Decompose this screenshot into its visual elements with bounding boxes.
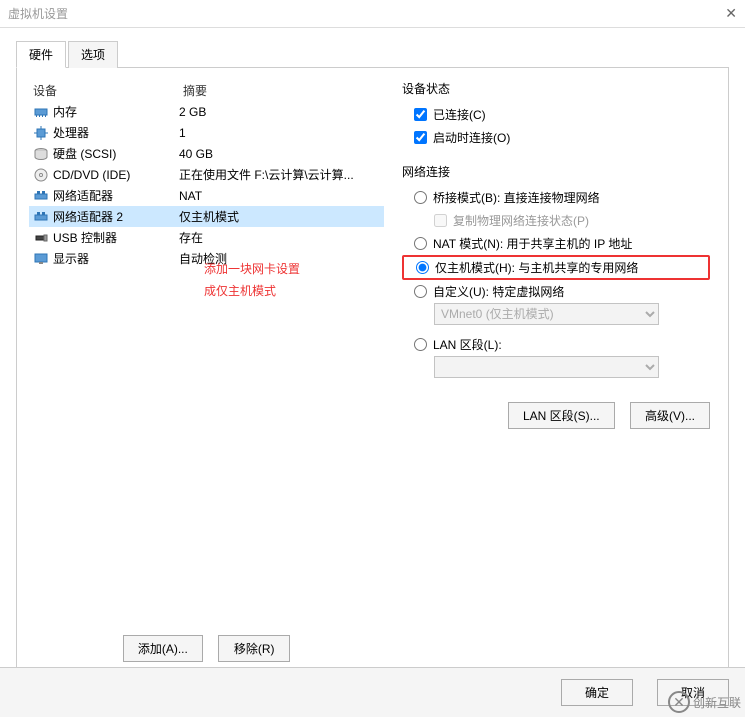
right-buttons: LAN 区段(S)... 高级(V)... — [402, 392, 710, 439]
device-name: 网络适配器 2 — [53, 208, 123, 225]
device-summary: 存在 — [179, 229, 380, 246]
custom-network-select: VMnet0 (仅主机模式) — [434, 303, 659, 325]
lan-segment-select — [434, 356, 659, 378]
device-name: 内存 — [53, 103, 77, 120]
device-name: 网络适配器 — [53, 187, 113, 204]
device-summary: 2 GB — [179, 105, 380, 119]
cd-icon — [33, 167, 49, 183]
content-area: 设备 摘要 内存 2 GB 处理器 1 硬盘 (SCSI) 40 GB CD/DVD (ID… — [16, 68, 729, 683]
replicate-checkbox-row: 复制物理网络连接状态(P) — [402, 209, 710, 232]
lan-segments-button[interactable]: LAN 区段(S)... — [508, 402, 615, 429]
memory-icon — [33, 104, 49, 120]
annotation-text: 添加一块网卡设置 成仅主机模式 — [204, 258, 300, 302]
device-pane: 设备 摘要 内存 2 GB 处理器 1 硬盘 (SCSI) 40 GB CD/DVD (ID… — [29, 80, 384, 670]
hostonly-label: 仅主机模式(H): 与主机共享的专用网络 — [435, 259, 638, 276]
device-buttons: 添加(A)... 移除(R) — [29, 627, 384, 670]
connected-label: 已连接(C) — [433, 106, 486, 123]
connect-power-label: 启动时连接(O) — [433, 129, 510, 146]
bridged-radio[interactable] — [414, 191, 427, 204]
settings-pane: 设备状态 已连接(C) 启动时连接(O) 网络连接 桥接模式(B): 直接连接物… — [396, 80, 716, 670]
lan-segment-label: LAN 区段(L): — [433, 336, 502, 353]
hostonly-highlight: 仅主机模式(H): 与主机共享的专用网络 — [402, 255, 710, 280]
header-summary: 摘要 — [183, 82, 380, 99]
usb-icon — [33, 230, 49, 246]
net-icon — [33, 188, 49, 204]
remove-button[interactable]: 移除(R) — [218, 635, 290, 662]
lan-segment-radio[interactable] — [414, 338, 427, 351]
custom-radio[interactable] — [414, 285, 427, 298]
network-connection-title: 网络连接 — [402, 163, 710, 180]
add-button[interactable]: 添加(A)... — [123, 635, 203, 662]
device-row[interactable]: CD/DVD (IDE) 正在使用文件 F:\云计算\云计算... — [29, 164, 384, 185]
ok-button[interactable]: 确定 — [561, 679, 633, 706]
device-summary: 1 — [179, 126, 380, 140]
device-list: 设备 摘要 内存 2 GB 处理器 1 硬盘 (SCSI) 40 GB CD/DVD (ID… — [29, 80, 384, 627]
hostonly-radio[interactable] — [416, 261, 429, 274]
device-status-title: 设备状态 — [402, 80, 710, 97]
advanced-button[interactable]: 高级(V)... — [630, 402, 710, 429]
nat-radio-row[interactable]: NAT 模式(N): 用于共享主机的 IP 地址 — [402, 232, 710, 255]
network-connection-group: 网络连接 桥接模式(B): 直接连接物理网络 复制物理网络连接状态(P) NAT… — [402, 163, 710, 378]
device-status-group: 设备状态 已连接(C) 启动时连接(O) — [402, 80, 710, 149]
net-icon — [33, 209, 49, 225]
device-name: 显示器 — [53, 250, 89, 267]
window-title: 虚拟机设置 — [8, 5, 68, 22]
device-summary: 40 GB — [179, 147, 380, 161]
connected-checkbox[interactable] — [414, 108, 427, 121]
connect-power-checkbox[interactable] — [414, 131, 427, 144]
dialog-body: 硬件 选项 设备 摘要 内存 2 GB 处理器 1 硬盘 (SCSI) 40 GB CD/D… — [0, 28, 745, 667]
replicate-label: 复制物理网络连接状态(P) — [453, 212, 589, 229]
list-header: 设备 摘要 — [29, 80, 384, 101]
custom-label: 自定义(U): 特定虚拟网络 — [433, 283, 564, 300]
watermark-text: 创新互联 — [693, 694, 741, 711]
annotation-line1: 添加一块网卡设置 — [204, 258, 300, 280]
tab-strip: 硬件 选项 — [16, 40, 729, 68]
connect-power-checkbox-row[interactable]: 启动时连接(O) — [402, 126, 710, 149]
bridged-radio-row[interactable]: 桥接模式(B): 直接连接物理网络 — [402, 186, 710, 209]
tab-hardware[interactable]: 硬件 — [16, 41, 66, 68]
watermark: ✕ 创新互联 — [668, 691, 741, 713]
header-device: 设备 — [33, 82, 183, 99]
custom-radio-row[interactable]: 自定义(U): 特定虚拟网络 — [402, 280, 710, 303]
device-row[interactable]: 硬盘 (SCSI) 40 GB — [29, 143, 384, 164]
device-row[interactable]: USB 控制器 存在 — [29, 227, 384, 248]
display-icon — [33, 251, 49, 267]
device-name: 硬盘 (SCSI) — [53, 145, 116, 162]
annotation-line2: 成仅主机模式 — [204, 280, 300, 302]
close-icon[interactable]: ✕ — [725, 5, 737, 22]
device-summary: NAT — [179, 189, 380, 203]
device-summary: 仅主机模式 — [179, 208, 380, 225]
disk-icon — [33, 146, 49, 162]
device-row[interactable]: 网络适配器 2 仅主机模式 — [29, 206, 384, 227]
device-summary: 正在使用文件 F:\云计算\云计算... — [179, 166, 380, 183]
cpu-icon — [33, 125, 49, 141]
watermark-icon: ✕ — [668, 691, 690, 713]
dialog-footer: 确定 取消 — [0, 667, 745, 717]
hostonly-radio-row[interactable]: 仅主机模式(H): 与主机共享的专用网络 — [404, 259, 708, 276]
device-row[interactable]: 网络适配器 NAT — [29, 185, 384, 206]
device-row[interactable]: 处理器 1 — [29, 122, 384, 143]
connected-checkbox-row[interactable]: 已连接(C) — [402, 103, 710, 126]
device-name: USB 控制器 — [53, 229, 117, 246]
nat-label: NAT 模式(N): 用于共享主机的 IP 地址 — [433, 235, 632, 252]
device-name: CD/DVD (IDE) — [53, 168, 130, 182]
tab-options[interactable]: 选项 — [68, 41, 118, 68]
device-name: 处理器 — [53, 124, 89, 141]
lan-segment-radio-row[interactable]: LAN 区段(L): — [402, 333, 710, 356]
device-row[interactable]: 内存 2 GB — [29, 101, 384, 122]
nat-radio[interactable] — [414, 237, 427, 250]
title-bar: 虚拟机设置 ✕ — [0, 0, 745, 28]
replicate-checkbox — [434, 214, 447, 227]
bridged-label: 桥接模式(B): 直接连接物理网络 — [433, 189, 600, 206]
